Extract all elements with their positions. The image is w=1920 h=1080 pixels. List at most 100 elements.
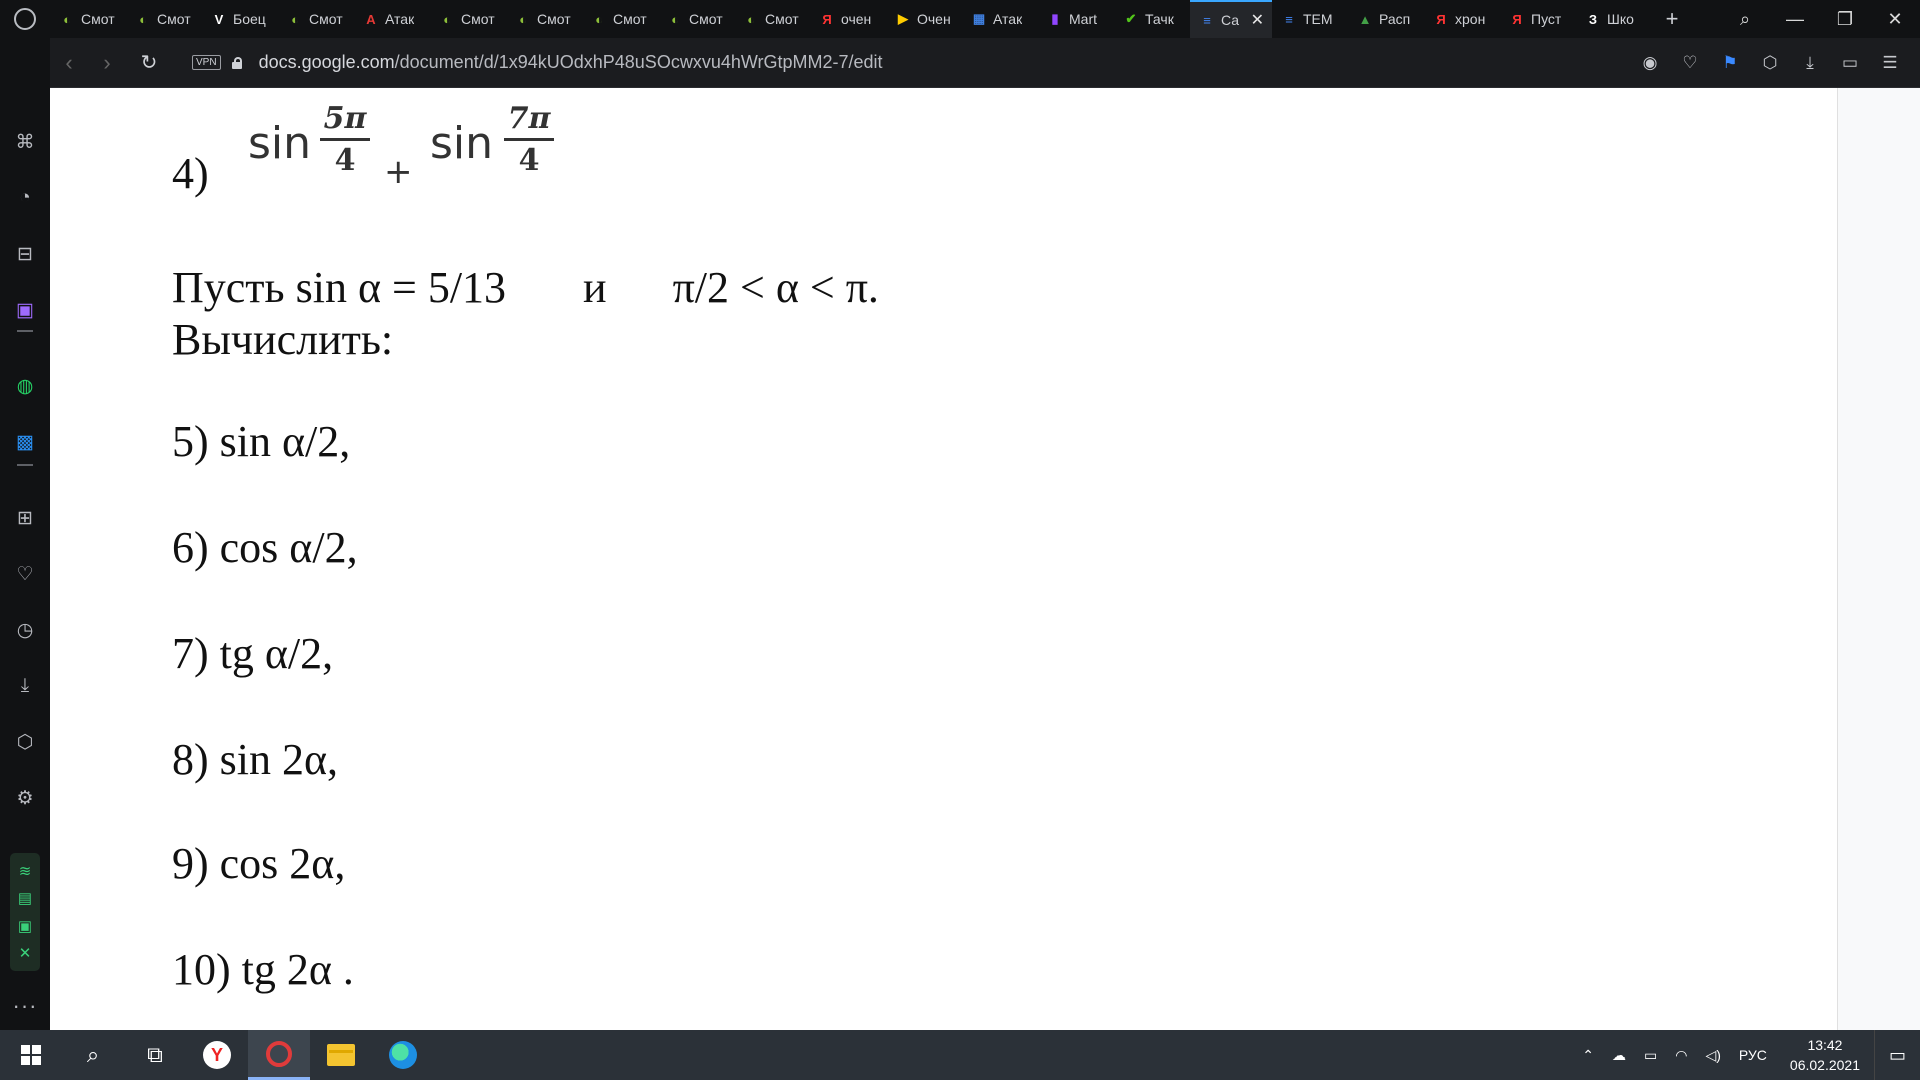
file-explorer-icon[interactable]: [310, 1030, 372, 1080]
fraction-denominator: 4: [518, 143, 540, 178]
sidebar-more-icon[interactable]: ···: [0, 993, 50, 1019]
download-icon[interactable]: ⤓: [0, 668, 50, 704]
widget-control-icon[interactable]: ≋: [19, 862, 32, 880]
screen: ◐ Смот ◐ Смот V Боец ◐ Смот A Атак ◐ Смот ◐ Смот ◐ Смот…: [0, 0, 1920, 1080]
tab-favicon-icon: ▮: [1051, 11, 1059, 26]
tab[interactable]: V Боец: [202, 0, 278, 38]
back-button[interactable]: ‹: [50, 44, 88, 82]
clock-time: 13:42: [1807, 1037, 1843, 1053]
task-item: 6) cos α/2,: [172, 523, 358, 572]
tab-title: Смот: [157, 11, 191, 27]
restore-button[interactable]: ❐: [1820, 0, 1870, 38]
games-icon[interactable]: ⌘: [0, 124, 50, 160]
opera-menu-button[interactable]: [0, 0, 50, 38]
search-icon[interactable]: ⌕: [62, 1030, 124, 1080]
wifi-icon[interactable]: ◠: [1666, 1047, 1696, 1064]
snapshot-icon[interactable]: ◉: [1632, 45, 1668, 81]
tab[interactable]: ▮ Mart: [1038, 0, 1114, 38]
settings-icon[interactable]: ⚙: [0, 780, 50, 816]
tab[interactable]: A Атак: [354, 0, 430, 38]
input-language[interactable]: РУС: [1730, 1047, 1776, 1063]
tab-favicon-icon: Я: [822, 11, 832, 27]
tab[interactable]: ✔ Тачк: [1114, 0, 1190, 38]
bag-icon[interactable]: ⊟: [0, 236, 50, 272]
tab[interactable]: ≡ TEM: [1272, 0, 1348, 38]
windows-taskbar: ⌕ ⧉ Y ⌃ ☁ ▭ ◠ ◁) РУС 13:42 06.02.2021 ▭: [0, 1030, 1920, 1080]
tab-favicon-icon: ◐: [443, 11, 451, 27]
start-button[interactable]: [0, 1030, 62, 1080]
widget-control-icon[interactable]: ✕: [19, 944, 32, 962]
tab[interactable]: ▲ Расп: [1348, 0, 1424, 38]
tab-favicon-icon: Я: [1436, 11, 1446, 27]
minimize-button[interactable]: —: [1770, 0, 1820, 38]
vpn-badge[interactable]: VPN: [192, 55, 221, 70]
tab[interactable]: ◐ Смот: [278, 0, 354, 38]
tab-title: хрон: [1455, 11, 1486, 27]
apps-icon[interactable]: ⊞: [0, 500, 50, 536]
sidebar-player-widget[interactable]: ≋ ▤ ▣ ✕: [10, 853, 40, 971]
tab[interactable]: ▦ Атак: [962, 0, 1038, 38]
tab-title: Атак: [993, 11, 1023, 27]
address-bar: ‹ › ↻ VPN docs.google.com/document/d/1x9…: [50, 38, 1920, 88]
notifications-icon[interactable]: ▭: [1874, 1030, 1920, 1080]
clock[interactable]: 13:42 06.02.2021: [1776, 1035, 1874, 1075]
cube-icon[interactable]: ⬡: [0, 724, 50, 760]
tab-favicon-icon: ≡: [1285, 11, 1293, 27]
tab[interactable]: Яхрон: [1424, 0, 1500, 38]
vk-icon[interactable]: ▩: [0, 424, 50, 460]
tab[interactable]: ◐ Смот: [734, 0, 810, 38]
close-tab-icon[interactable]: ✕: [1251, 10, 1272, 30]
twitch-icon[interactable]: ▣: [0, 292, 50, 328]
tab-favicon-icon: ≡: [1203, 12, 1211, 28]
tab-title: очен: [841, 11, 872, 27]
tab[interactable]: ◐ Смот: [50, 0, 126, 38]
volume-icon[interactable]: ◁): [1696, 1047, 1729, 1064]
tab-title: Очен: [917, 11, 951, 27]
opera-browser-icon[interactable]: [248, 1030, 310, 1080]
tab[interactable]: ◐ Смот: [506, 0, 582, 38]
tab-title: Смот: [81, 11, 115, 27]
history-icon[interactable]: ◷: [0, 612, 50, 648]
tab[interactable]: ▶ Очен: [886, 0, 962, 38]
tab[interactable]: ◐ Смот: [582, 0, 658, 38]
favorite-icon[interactable]: ♡: [1672, 45, 1708, 81]
widget-control-icon[interactable]: ▤: [18, 889, 32, 907]
address-tools: ◉ ♡ ⚑ ⬡ ⤓ ▭ ☰: [1632, 38, 1908, 88]
downloads-icon[interactable]: ⤓: [1792, 45, 1828, 81]
yandex-browser-icon[interactable]: Y: [186, 1030, 248, 1080]
new-tab-button[interactable]: +: [1652, 6, 1692, 32]
tab-search-icon[interactable]: ⌕: [1720, 0, 1770, 38]
tab-favicon-icon: V: [214, 11, 224, 27]
lock-icon[interactable]: [231, 56, 243, 69]
easy-setup-icon[interactable]: ☰: [1872, 45, 1908, 81]
tab[interactable]: З Шко: [1576, 0, 1652, 38]
tray-overflow-icon[interactable]: ⌃: [1573, 1047, 1603, 1064]
tab[interactable]: Яочен: [810, 0, 886, 38]
forward-button[interactable]: ›: [88, 44, 126, 82]
close-window-button[interactable]: ✕: [1870, 0, 1920, 38]
extensions-icon[interactable]: ⬡: [1752, 45, 1788, 81]
widget-control-icon[interactable]: ▣: [18, 917, 32, 935]
task-view-icon[interactable]: ⧉: [124, 1030, 186, 1080]
tab-favicon-icon: ◐: [519, 11, 527, 27]
tab[interactable]: ◐ Смот: [658, 0, 734, 38]
tab[interactable]: ◐ Смот: [126, 0, 202, 38]
battery-saver-icon[interactable]: ▭: [1832, 45, 1868, 81]
flag-icon[interactable]: ⚑: [1712, 45, 1748, 81]
reload-button[interactable]: ↻: [130, 44, 168, 82]
tab-favicon-icon: ◐: [747, 11, 755, 27]
tab[interactable]: ◐ Смот: [430, 0, 506, 38]
battery-icon[interactable]: ▭: [1635, 1047, 1666, 1064]
tab-favicon-icon: ◐: [63, 11, 71, 27]
tab-title: Расп: [1379, 11, 1411, 27]
tab-favicon-icon: A: [366, 11, 376, 27]
tab[interactable]: Я Пуст: [1500, 0, 1576, 38]
speed-dial-icon[interactable]: ◔: [0, 180, 50, 216]
whatsapp-icon[interactable]: ◍: [0, 368, 50, 404]
url-field[interactable]: docs.google.com/document/d/1x94kUOdxhP48…: [259, 52, 883, 73]
tab-title: Смот: [613, 11, 647, 27]
edge-browser-icon[interactable]: [372, 1030, 434, 1080]
heart-icon[interactable]: ♡: [0, 556, 50, 592]
onedrive-icon[interactable]: ☁: [1603, 1047, 1635, 1064]
tab-active[interactable]: ≡ Са ✕: [1190, 0, 1272, 38]
